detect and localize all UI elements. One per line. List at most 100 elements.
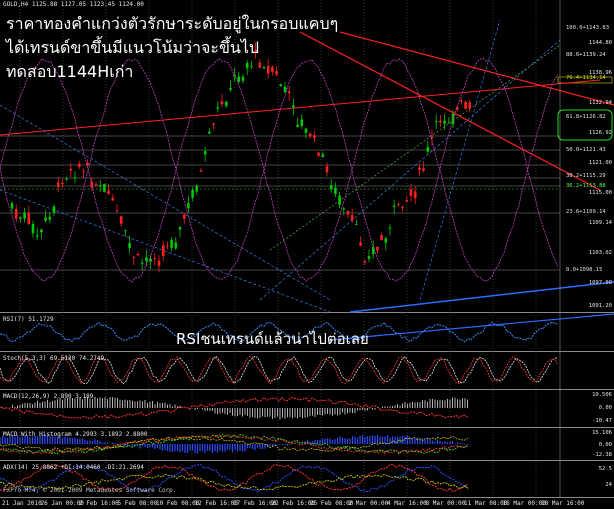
candle-body — [409, 189, 413, 196]
macd-hist-tick: -12.38 — [592, 452, 612, 458]
fib-level-label: 36.2+1113.88 — [566, 183, 606, 189]
candle-body — [271, 66, 274, 72]
candle-body — [119, 216, 123, 224]
date-tick: 8 Mar 00:00 — [425, 500, 466, 507]
macd-label: MACD(12,26,9) 2.890 3.189 — [3, 393, 94, 400]
candle-body — [262, 67, 266, 69]
candle-body — [65, 178, 68, 180]
candle-body — [145, 257, 148, 261]
macd-tick: 0.00 — [598, 405, 612, 411]
candle-body — [376, 246, 379, 251]
candle-body — [439, 120, 442, 123]
candle-body — [287, 91, 291, 94]
candle-body — [52, 206, 56, 213]
candle-body — [380, 235, 383, 241]
candle-body — [338, 195, 341, 205]
annotation-line-3: ทดสอบ1144Hเก่า — [6, 62, 134, 81]
candle-body — [384, 238, 388, 243]
candle-body — [413, 191, 417, 199]
candle-body — [170, 239, 173, 248]
date-tick: 2 Feb 16:00 — [79, 500, 119, 507]
candle-body — [195, 185, 199, 192]
candle-body — [10, 203, 14, 209]
candle-body — [69, 168, 73, 171]
price-tick: 1121.00 — [588, 160, 612, 166]
candle-body — [61, 182, 64, 185]
candle-body — [56, 182, 60, 187]
fib-level-label: 88.6+1139.24 — [566, 52, 606, 58]
candle-body — [27, 213, 31, 225]
candle-body — [115, 210, 119, 212]
candle-body — [161, 245, 165, 257]
candle-body — [94, 184, 98, 186]
candle-body — [23, 212, 26, 219]
candle-body — [216, 107, 220, 109]
fib-level-label: 0.0+1098.15 — [566, 267, 603, 273]
candle-body — [296, 124, 299, 128]
candle-body — [401, 206, 404, 208]
candle-body — [224, 101, 228, 107]
candle-body — [157, 260, 161, 266]
candle-body — [342, 208, 346, 210]
channel-line — [269, 44, 561, 251]
symbol-header: GOLD,H4 1125.88 1127.05 1123.45 1124.00 — [3, 1, 144, 8]
price-tick: 1091.20 — [588, 303, 612, 309]
candle-body — [325, 166, 329, 173]
date-tick: 16 Mar 00:00 — [502, 500, 546, 507]
trend-line — [299, 31, 601, 191]
candle-body — [346, 210, 350, 215]
candle-body — [212, 123, 215, 125]
candle-body — [136, 253, 140, 256]
candle-body — [178, 226, 182, 230]
candle-body — [153, 258, 157, 260]
macd-hist-tick: 15.106 — [592, 430, 612, 436]
candle-body — [187, 202, 190, 209]
date-tick: 11 Mar 08:00 — [464, 500, 508, 507]
trend-line — [349, 281, 614, 313]
date-tick: 25 Feb 08:00 — [310, 500, 354, 507]
candle-body — [229, 88, 232, 90]
candle-body — [405, 200, 409, 202]
candle-body — [103, 183, 106, 192]
candle-body — [35, 235, 39, 237]
candle-body — [208, 131, 211, 134]
candle-body — [321, 154, 325, 157]
date-tick: 12 Feb 16:00 — [194, 500, 238, 507]
candle-body — [73, 177, 77, 179]
candle-body — [82, 170, 85, 172]
date-tick: 10 Feb 08:00 — [156, 500, 200, 507]
candle-body — [250, 65, 253, 67]
channel-line — [0, 189, 331, 313]
candle-body — [422, 168, 425, 171]
candle-body — [359, 242, 362, 246]
candle-body — [313, 135, 316, 139]
candle-body — [182, 214, 186, 219]
date-tick: 26 Jan 00:00 — [40, 500, 84, 507]
rsi-annotation: RSIชนเทรนด์แล้วน่าไปต่อเลย — [176, 330, 369, 348]
candle-body — [266, 65, 270, 74]
candle-body — [418, 167, 421, 170]
candle-body — [241, 76, 245, 81]
chart-window[interactable]: GOLD,H4 1125.88 1127.05 1123.45 1124.00 … — [0, 0, 614, 509]
macd-hist-tick: 0.00 — [598, 442, 612, 448]
fib-level-label: 38.2+1115.29 — [566, 173, 606, 179]
candle-body — [334, 187, 337, 194]
adx-tick: 24 — [605, 482, 612, 488]
candle-body — [397, 204, 400, 206]
price-tick: 1097.00 — [588, 280, 612, 286]
date-tick: 22 Feb 16:00 — [271, 500, 315, 507]
candle-body — [283, 86, 287, 93]
candle-body — [464, 101, 467, 109]
candle-body — [367, 256, 371, 259]
price-tick: 1132.94 — [588, 100, 612, 106]
rsi-label: RSI(7) 51.1729 — [3, 316, 54, 323]
price-tick: 1126.92 — [588, 130, 612, 136]
candle-body — [329, 185, 333, 189]
candle-body — [111, 197, 115, 201]
candle-body — [392, 205, 396, 207]
candle-body — [300, 119, 304, 127]
candle-body — [292, 105, 295, 108]
candle-body — [203, 151, 207, 155]
candle-body — [363, 260, 367, 263]
candle-body — [279, 84, 283, 87]
